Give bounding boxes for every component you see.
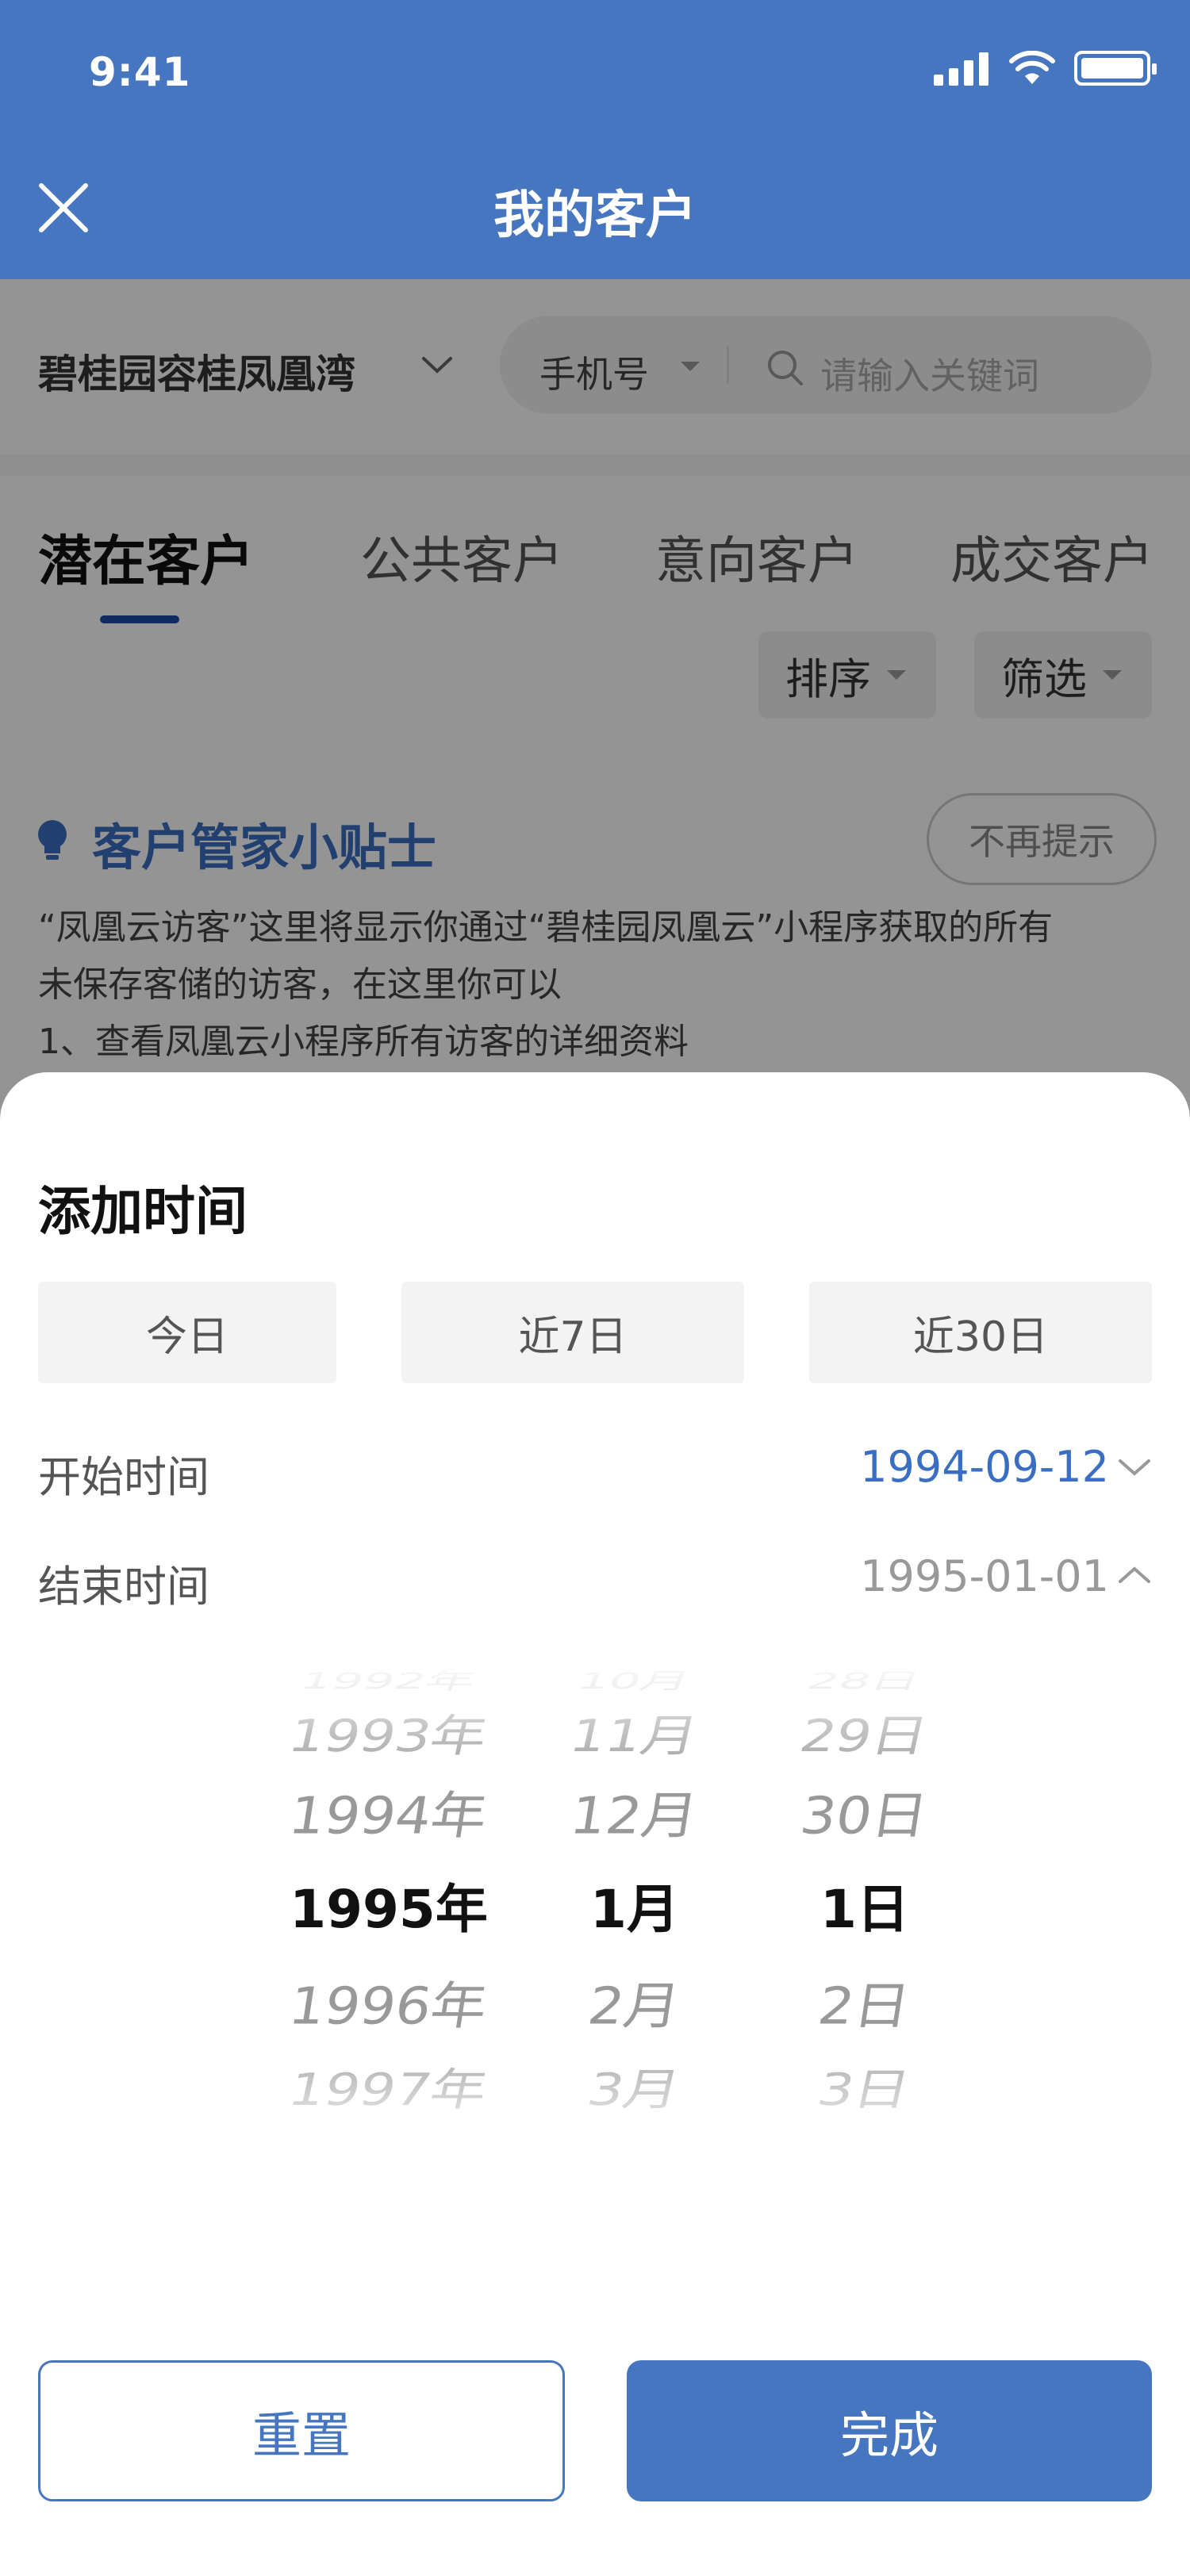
day-option[interactable]: 28日 (731, 1663, 998, 1696)
day-option[interactable]: 29日 (731, 1700, 999, 1765)
reset-button[interactable]: 重置 (38, 2360, 565, 2501)
end-time-label: 结束时间 (38, 1562, 209, 1612)
month-wheel[interactable]: 10月 11月 12月 1月 2月 3月 4月 (508, 1643, 762, 2167)
sheet-title: 添加时间 (38, 1181, 248, 1242)
day-option[interactable]: 30日 (732, 1775, 997, 1849)
cellular-signal-icon (934, 51, 988, 86)
preset-30-days-button[interactable]: 近30日 (809, 1282, 1152, 1383)
start-time-label: 开始时间 (38, 1452, 209, 1502)
preset-today-button[interactable]: 今日 (38, 1282, 336, 1383)
chevron-up-icon[interactable] (1117, 1564, 1152, 1586)
wifi-icon (1009, 51, 1055, 84)
month-option[interactable]: 11月 (501, 1700, 769, 1765)
year-wheel[interactable]: 1992年 1993年 1994年 1995年 1996年 1997年 1998年 (262, 1643, 516, 2167)
year-option[interactable]: 1994年 (256, 1775, 521, 1849)
day-wheel[interactable]: 28日 29日 30日 1日 2日 3日 4日 (738, 1643, 992, 2167)
date-filter-sheet: 添加时间 今日 近7日 近30日 开始时间 1994-09-12 结束时间 19… (0, 1072, 1190, 2576)
chevron-down-icon[interactable] (1117, 1456, 1152, 1478)
day-option[interactable]: 1日 (738, 1867, 992, 1943)
month-option[interactable]: 1月 (508, 1867, 762, 1943)
battery-icon (1074, 51, 1157, 86)
year-option[interactable]: 1993年 (255, 1700, 523, 1765)
done-button[interactable]: 完成 (627, 2360, 1152, 2501)
start-time-value[interactable]: 1994-09-12 (860, 1442, 1109, 1492)
day-option[interactable]: 3日 (731, 2054, 999, 2118)
month-option[interactable]: 4月 (501, 2144, 768, 2167)
status-time: 9:41 (89, 49, 191, 95)
year-option[interactable]: 1998年 (255, 2144, 522, 2167)
end-time-value[interactable]: 1995-01-01 (860, 1551, 1109, 1601)
month-option[interactable]: 12月 (502, 1775, 767, 1849)
year-option[interactable]: 1997年 (255, 2054, 523, 2118)
app-header: 9:41 我的客户 (0, 0, 1190, 279)
year-option[interactable]: 1996年 (256, 1965, 521, 2039)
preset-7-days-button[interactable]: 近7日 (401, 1282, 744, 1383)
year-option[interactable]: 1992年 (255, 1663, 522, 1696)
year-option[interactable]: 1995年 (262, 1867, 516, 1943)
month-option[interactable]: 10月 (501, 1663, 768, 1696)
date-wheel-picker[interactable]: 1992年 1993年 1994年 1995年 1996年 1997年 1998年 10月 1… (0, 1643, 1190, 2167)
day-option[interactable]: 2日 (732, 1965, 997, 2039)
month-option[interactable]: 3月 (501, 2054, 769, 2118)
month-option[interactable]: 2月 (502, 1965, 767, 2039)
day-option[interactable]: 4日 (731, 2144, 998, 2167)
page-title: 我的客户 (493, 186, 697, 245)
status-icons (934, 51, 1157, 86)
